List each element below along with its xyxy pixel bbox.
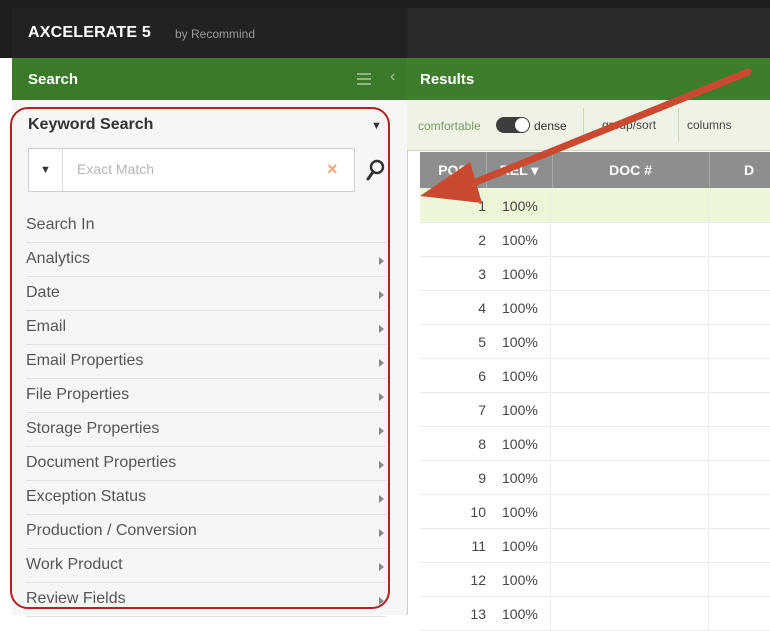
- column-divider: [708, 494, 709, 528]
- search-panel-title: Search: [28, 71, 79, 88]
- column-divider: [550, 358, 551, 392]
- row-relevance: 100%: [502, 606, 538, 622]
- app-logo-title: AXCELERATE 5: [28, 24, 152, 41]
- row-relevance: 100%: [502, 470, 538, 486]
- row-relevance: 100%: [502, 368, 538, 384]
- table-row[interactable]: 5 100%: [420, 324, 770, 359]
- column-header-d[interactable]: D: [709, 152, 770, 188]
- app-logo-subtitle: by Recommind: [175, 27, 256, 41]
- hamburger-menu-icon[interactable]: [357, 73, 371, 85]
- row-pos: 6: [478, 368, 486, 384]
- table-row[interactable]: 1 100%: [420, 188, 770, 223]
- group-sort-button[interactable]: group/sort: [583, 108, 679, 142]
- column-divider: [550, 324, 551, 358]
- column-header-rel[interactable]: REL ▾: [486, 152, 553, 188]
- column-divider: [550, 562, 551, 596]
- column-divider: [550, 596, 551, 630]
- column-header-doc[interactable]: DOC #: [552, 152, 710, 188]
- group-sort-label: group/sort: [602, 118, 657, 132]
- row-relevance: 100%: [502, 334, 538, 350]
- table-row[interactable]: 8 100%: [420, 426, 770, 461]
- row-pos: 7: [478, 402, 486, 418]
- column-divider: [550, 392, 551, 426]
- toggle-knob: [515, 118, 529, 132]
- column-header-pos[interactable]: POS: [420, 152, 487, 188]
- column-divider: [708, 392, 709, 426]
- table-row[interactable]: 7 100%: [420, 392, 770, 427]
- row-pos: 4: [478, 300, 486, 316]
- table-row[interactable]: 10 100%: [420, 494, 770, 529]
- row-pos: 13: [470, 606, 486, 622]
- row-pos: 1: [478, 198, 486, 214]
- column-divider: [708, 596, 709, 630]
- row-pos: 3: [478, 266, 486, 282]
- row-relevance: 100%: [502, 300, 538, 316]
- row-relevance: 100%: [502, 402, 538, 418]
- density-toggle[interactable]: [496, 117, 530, 133]
- column-divider: [708, 188, 709, 222]
- column-divider: [708, 358, 709, 392]
- column-divider: [550, 222, 551, 256]
- column-divider: [708, 562, 709, 596]
- collapse-panel-icon[interactable]: ‹: [390, 68, 395, 86]
- row-pos: 10: [470, 504, 486, 520]
- column-divider: [550, 256, 551, 290]
- annotation-highlight: [10, 107, 390, 609]
- column-divider: [550, 426, 551, 460]
- row-pos: 8: [478, 436, 486, 452]
- column-divider: [708, 290, 709, 324]
- table-row[interactable]: 12 100%: [420, 562, 770, 597]
- column-divider: [708, 256, 709, 290]
- column-divider: [708, 460, 709, 494]
- column-divider: [550, 290, 551, 324]
- column-divider: [550, 460, 551, 494]
- row-relevance: 100%: [502, 266, 538, 282]
- results-panel-title: Results: [420, 71, 475, 88]
- column-divider: [708, 426, 709, 460]
- column-divider: [708, 324, 709, 358]
- row-pos: 2: [478, 232, 486, 248]
- row-pos: 11: [471, 538, 486, 554]
- table-row[interactable]: 9 100%: [420, 460, 770, 495]
- row-pos: 5: [478, 334, 486, 350]
- table-row[interactable]: 4 100%: [420, 290, 770, 325]
- column-divider: [550, 528, 551, 562]
- row-relevance: 100%: [502, 436, 538, 452]
- columns-label: columns: [687, 118, 732, 132]
- row-relevance: 100%: [502, 198, 538, 214]
- table-row[interactable]: 13 100%: [420, 596, 770, 631]
- table-row[interactable]: 2 100%: [420, 222, 770, 257]
- columns-button[interactable]: columns: [678, 108, 759, 142]
- table-row[interactable]: 11 100%: [420, 528, 770, 563]
- table-row[interactable]: 6 100%: [420, 358, 770, 393]
- row-pos: 9: [478, 470, 486, 486]
- column-divider: [708, 528, 709, 562]
- dense-label[interactable]: dense: [534, 119, 567, 133]
- row-pos: 12: [470, 572, 486, 588]
- column-divider: [550, 494, 551, 528]
- column-divider: [708, 222, 709, 256]
- table-row[interactable]: 3 100%: [420, 256, 770, 291]
- column-divider: [550, 188, 551, 222]
- row-relevance: 100%: [502, 538, 538, 554]
- row-relevance: 100%: [502, 232, 538, 248]
- row-relevance: 100%: [502, 504, 538, 520]
- row-relevance: 100%: [502, 572, 538, 588]
- comfortable-label[interactable]: comfortable: [418, 119, 481, 133]
- title-bar-right: [407, 8, 770, 58]
